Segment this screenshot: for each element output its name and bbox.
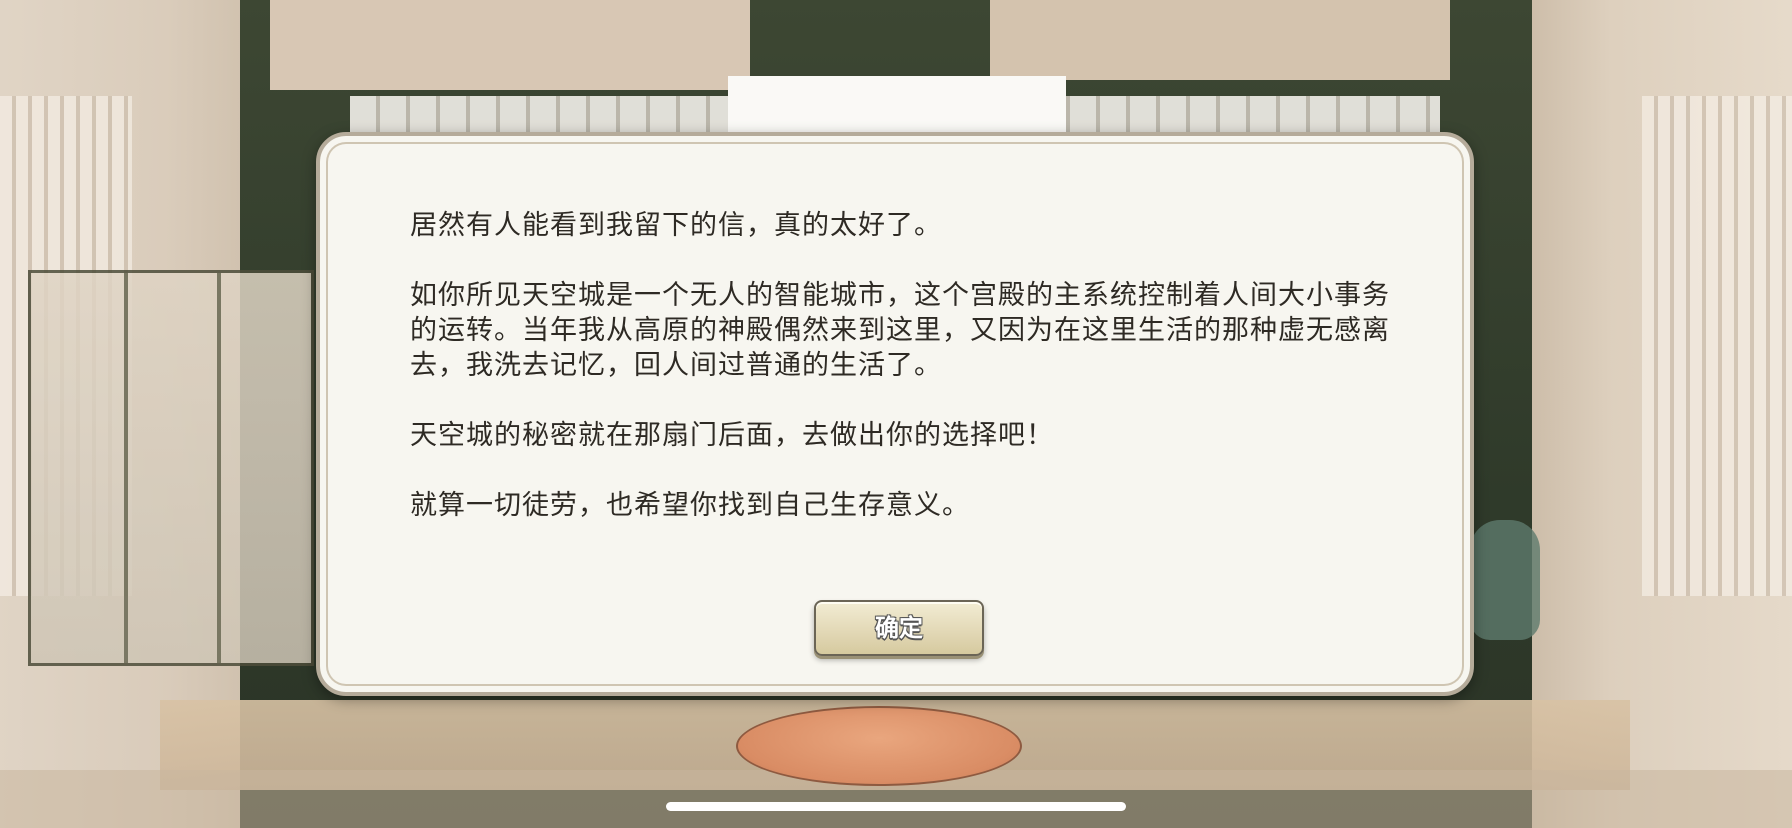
background-vase: [1470, 520, 1540, 640]
letter-paragraph-4: 就算一切徒劳，也希望你找到自己生存意义。: [410, 490, 970, 521]
background-ceiling-right: [990, 0, 1450, 80]
confirm-button[interactable]: 确定: [814, 600, 984, 656]
letter-text: 居然有人能看到我留下的信，真的太好了。 如你所见天空城是一个无人的智能城市，这个…: [410, 208, 1410, 558]
letter-dialog: 居然有人能看到我留下的信，真的太好了。 如你所见天空城是一个无人的智能城市，这个…: [316, 132, 1474, 696]
letter-paragraph-3: 天空城的秘密就在那扇门后面，去做出你的选择吧！: [410, 420, 1054, 451]
letter-paragraph-1: 居然有人能看到我留下的信，真的太好了。: [410, 210, 942, 241]
game-scene: 居然有人能看到我留下的信，真的太好了。 如你所见天空城是一个无人的智能城市，这个…: [0, 0, 1792, 828]
home-indicator[interactable]: [666, 802, 1126, 811]
letter-paragraph-2: 如你所见天空城是一个无人的智能城市，这个宫殿的主系统控制着人间大小事务的运转。当…: [410, 280, 1390, 381]
background-light-glow: [728, 76, 1066, 132]
background-lattice-window-right: [1642, 96, 1792, 596]
background-folding-screen: [28, 270, 314, 666]
background-ceiling-left: [270, 0, 750, 90]
background-cushion: [736, 706, 1022, 786]
